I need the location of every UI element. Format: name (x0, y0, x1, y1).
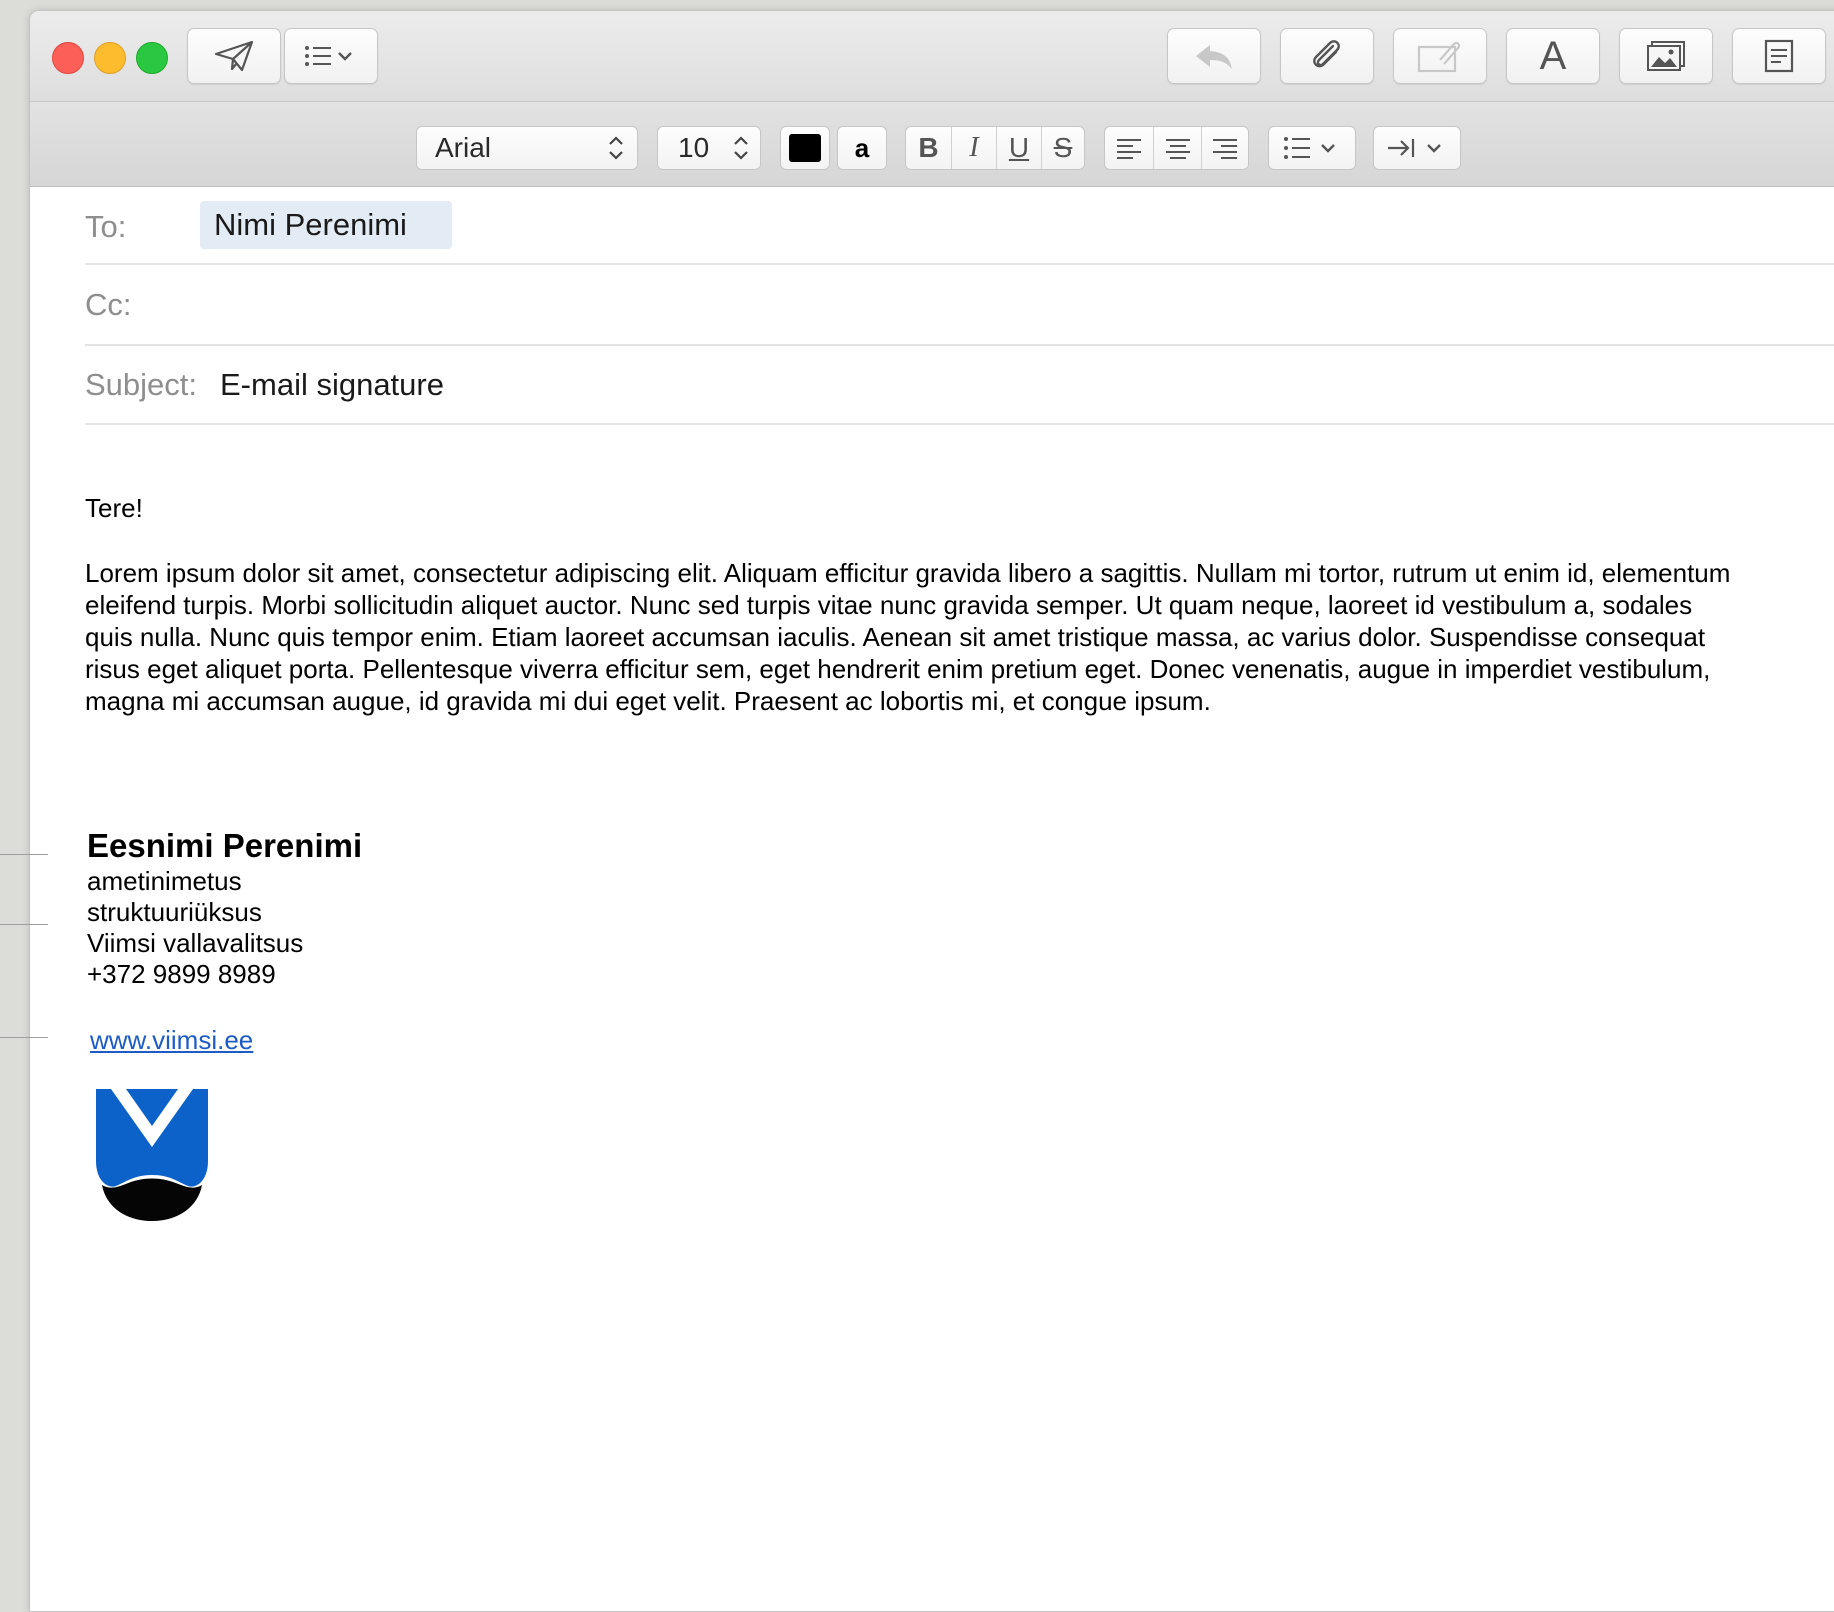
paperclip-icon (1313, 40, 1340, 68)
subject-value: E-mail signature (220, 367, 444, 402)
header-fields-button[interactable] (284, 28, 378, 84)
signature-organization: Viimsi vallavalitsus (87, 928, 304, 958)
underline-button[interactable]: U (996, 127, 1041, 169)
guide-tick (0, 854, 48, 855)
signature-website-link[interactable]: www.viimsi.ee (90, 1025, 253, 1056)
indent-chevron-icon (1388, 139, 1441, 157)
signature-phone: +372 9899 8989 (87, 959, 276, 989)
stationery-button[interactable] (1732, 28, 1826, 84)
close-window-button[interactable] (52, 42, 84, 74)
subject-label: Subject: (85, 367, 198, 402)
signature-title: ametinimetus (87, 866, 242, 896)
text-color-swatch (789, 134, 821, 162)
highlight-icon: a (854, 132, 870, 163)
paragraph-line: magna mi accumsan augue, id gravida mi d… (85, 686, 1211, 716)
markup-button[interactable] (1393, 28, 1487, 84)
text-style-group: B I U S (905, 126, 1085, 170)
strikethrough-button[interactable]: S (1041, 127, 1084, 169)
align-right-icon (1213, 139, 1237, 159)
alignment-group (1104, 126, 1249, 170)
greeting-text: Tere! (85, 493, 143, 523)
bullet-list-chevron-icon (1284, 137, 1335, 159)
guide-tick (0, 1037, 48, 1038)
paragraph-line: risus eget aliquet porta. Pellentesque v… (85, 654, 1711, 684)
compose-window: A Arial 10 a B I U S To: Nimi Perenimi C… (29, 10, 1834, 1612)
signature-name: Eesnimi Perenimi (87, 827, 363, 864)
align-right-button[interactable] (1201, 127, 1248, 169)
font-family-value: Arial (435, 132, 492, 163)
viimsi-coat-of-arms-icon (96, 1089, 208, 1221)
stationery-icon (1764, 39, 1794, 73)
window-toolbar: A (30, 11, 1834, 102)
text-color-button[interactable] (780, 126, 830, 170)
photo-browser-icon (1647, 41, 1685, 71)
stepper-chevrons-icon (734, 136, 748, 160)
signature-block: Eesnimi Perenimi ametinimetus struktuuri… (87, 826, 362, 990)
bold-button[interactable]: B (906, 127, 951, 169)
to-field-row: To: Nimi Perenimi (85, 186, 1834, 265)
align-center-icon (1165, 139, 1190, 159)
attach-button[interactable] (1280, 28, 1374, 84)
reply-button[interactable] (1167, 28, 1261, 84)
cc-field-row[interactable]: Cc: (85, 265, 1834, 346)
send-button[interactable] (187, 28, 281, 84)
paragraph-line: eleifend turpis. Morbi sollicitudin aliq… (85, 590, 1693, 620)
to-label: To: (85, 209, 127, 244)
paper-plane-icon (214, 40, 254, 72)
minimize-window-button[interactable] (94, 42, 126, 74)
reply-arrow-icon (1196, 45, 1232, 69)
paragraph-line: quis nulla. Nunc quis tempor enim. Etiam… (85, 622, 1706, 652)
photo-browser-button[interactable] (1619, 28, 1713, 84)
guide-tick (0, 924, 48, 925)
format-fonts-button[interactable]: A (1506, 28, 1600, 84)
font-size-select[interactable]: 10 (657, 126, 761, 170)
stepper-chevrons-icon (609, 136, 623, 160)
list-style-button[interactable] (1268, 126, 1356, 170)
font-size-value: 10 (678, 132, 710, 163)
recipient-token[interactable]: Nimi Perenimi (200, 201, 452, 249)
cc-label: Cc: (85, 287, 132, 322)
list-chevron-icon (305, 46, 352, 66)
italic-button[interactable]: I (951, 127, 996, 169)
message-paragraph: Lorem ipsum dolor sit amet, consectetur … (85, 557, 1730, 717)
align-center-button[interactable] (1153, 127, 1201, 169)
zoom-window-button[interactable] (136, 42, 168, 74)
indent-button[interactable] (1373, 126, 1461, 170)
subject-field-row[interactable]: Subject: E-mail signature (85, 346, 1834, 425)
font-family-select[interactable]: Arial (416, 126, 638, 170)
format-bar: Arial 10 a B I U S (30, 102, 1834, 187)
background-color-button[interactable]: a (837, 126, 887, 170)
paragraph-line: Lorem ipsum dolor sit amet, consectetur … (85, 558, 1731, 588)
align-left-button[interactable] (1105, 127, 1153, 169)
align-left-icon (1117, 139, 1141, 159)
signature-unit: struktuuriüksus (87, 897, 262, 927)
markup-icon (1417, 41, 1461, 73)
letter-a-icon: A (1539, 33, 1567, 78)
